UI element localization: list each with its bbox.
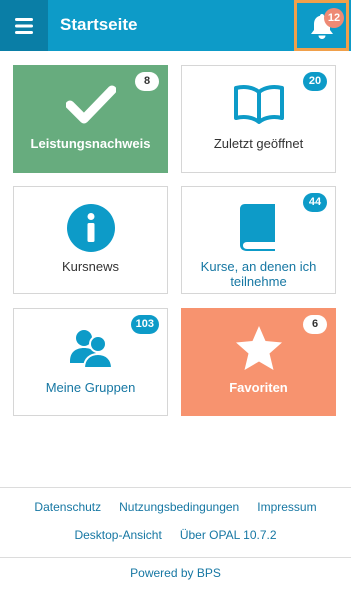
footer-link-datenschutz[interactable]: Datenschutz [34, 500, 101, 514]
tile-favoriten[interactable]: 6 Favoriten [181, 308, 336, 416]
tile-zuletzt-geoeffnet[interactable]: 20 Zuletzt geöffnet [181, 65, 336, 173]
users-icon [14, 327, 167, 369]
star-icon [182, 324, 335, 372]
notifications-button[interactable]: 12 [294, 0, 349, 51]
notification-count-badge: 12 [324, 8, 344, 28]
footer-links-row: Desktop-Ansicht Über OPAL 10.7.2 [0, 528, 351, 542]
tile-kursnews[interactable]: Kursnews [13, 186, 168, 294]
footer-link-desktop-ansicht[interactable]: Desktop-Ansicht [74, 528, 161, 542]
tile-kurse-teilnahme[interactable]: 44 Kurse, an denen ich teilnehme [181, 186, 336, 294]
footer-link-impressum[interactable]: Impressum [257, 500, 316, 514]
app-header: Startseite 12 [0, 0, 351, 51]
tile-label: Meine Gruppen [45, 380, 136, 395]
checkmark-icon [14, 84, 167, 124]
tile-meine-gruppen[interactable]: 103 Meine Gruppen [13, 308, 168, 416]
page-title: Startseite [60, 15, 138, 34]
footer-links-row: Datenschutz Nutzungsbedingungen Impressu… [0, 500, 351, 514]
tile-label: Favoriten [229, 380, 288, 395]
powered-by-text: Powered by BPS [130, 566, 221, 580]
footer-link-nutzungsbedingungen[interactable]: Nutzungsbedingungen [119, 500, 239, 514]
footer-divider [0, 557, 351, 558]
footer-divider [0, 487, 351, 488]
open-book-icon [182, 84, 335, 124]
tile-leistungsnachweis[interactable]: 8 Leistungsnachweis [13, 65, 168, 173]
tile-label: Zuletzt geöffnet [213, 136, 304, 151]
info-circle-icon [14, 204, 167, 252]
footer-link-ueber-opal[interactable]: Über OPAL 10.7.2 [180, 528, 277, 542]
tile-label: Leistungsnachweis [30, 136, 151, 151]
book-icon [182, 202, 335, 252]
menu-button[interactable] [0, 0, 48, 51]
hamburger-icon [15, 17, 33, 34]
tile-label: Kursnews [61, 259, 120, 274]
tile-label: Kurse, an denen ich teilnehme [200, 259, 317, 289]
